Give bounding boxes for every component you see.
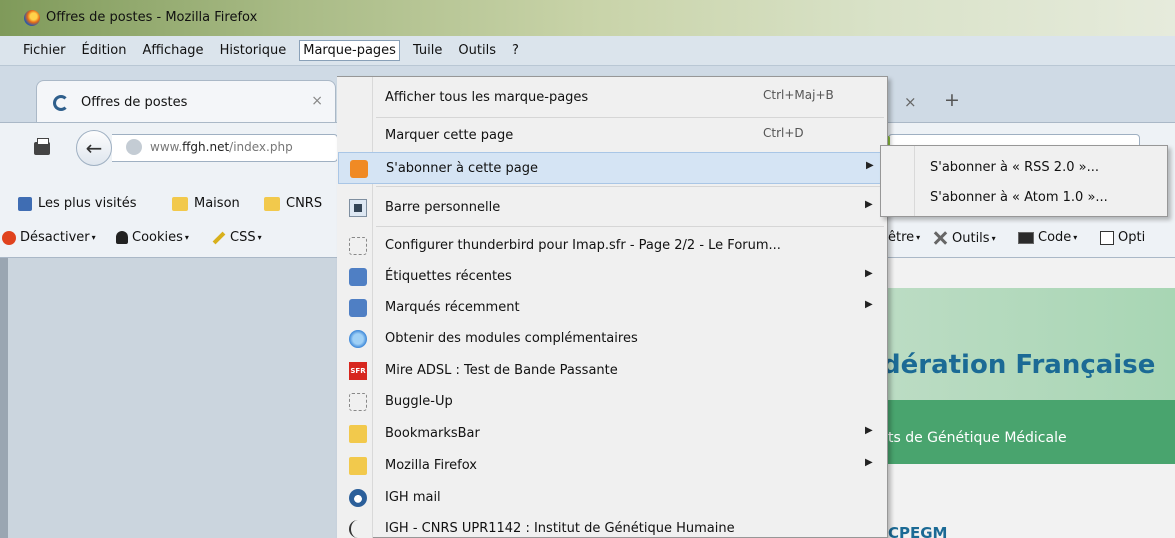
- tab-offres-de-postes[interactable]: Offres de postes ×: [36, 80, 336, 124]
- menu-bookmark-buggle-up[interactable]: Buggle-Up: [338, 386, 887, 418]
- menu-subscribe-page[interactable]: S'abonner à cette page ▶: [338, 152, 887, 184]
- recent-icon: [349, 299, 367, 317]
- most-visited-icon: [18, 196, 32, 211]
- menu-recent-tags[interactable]: Étiquettes récentes ▶: [338, 261, 887, 293]
- page-subtitle: ts de Génétique Médicale: [888, 430, 1067, 446]
- webdev-outils[interactable]: Outils ▾: [932, 230, 996, 246]
- subscribe-submenu: [880, 145, 1168, 217]
- bookmark-cnrs[interactable]: CNRS: [264, 196, 322, 211]
- page-icon: [349, 393, 367, 411]
- submenu-arrow-icon: ▶: [865, 457, 873, 468]
- firefox-logo-icon: [24, 10, 40, 26]
- webdev-window[interactable]: être ▾: [888, 230, 920, 245]
- menu-bookmark-thunderbird[interactable]: Configurer thunderbird pour Imap.sfr - P…: [338, 230, 887, 262]
- options-icon: [1100, 230, 1114, 245]
- submenu-arrow-icon: ▶: [865, 268, 873, 279]
- menu-historique[interactable]: Historique: [217, 41, 290, 60]
- css-icon: [212, 231, 226, 244]
- tools-icon: [932, 230, 948, 246]
- dna-icon: [349, 520, 367, 538]
- shortcut-label: Ctrl+D: [763, 126, 804, 140]
- code-icon: [1018, 231, 1034, 244]
- submenu-arrow-icon: ▶: [865, 299, 873, 310]
- webdev-cookies[interactable]: Cookies ▾: [116, 230, 189, 245]
- submenu-arrow-icon: ▶: [865, 425, 873, 436]
- menu-personal-toolbar[interactable]: Barre personnelle ▶: [338, 192, 887, 224]
- menu-recently-bookmarked[interactable]: Marqués récemment ▶: [338, 292, 887, 324]
- menu-show-all-bookmarks[interactable]: Afficher tous les marque-pages Ctrl+Maj+…: [338, 82, 887, 114]
- arrow-left-icon: ←: [85, 136, 103, 160]
- menu-folder-bookmarksbar[interactable]: BookmarksBar ▶: [338, 418, 887, 450]
- globe-icon: [126, 139, 142, 155]
- site-favicon-icon: [53, 95, 69, 111]
- bookmark-most-visited[interactable]: Les plus visités: [18, 196, 136, 211]
- menu-separator: [376, 186, 884, 187]
- tab-close-icon[interactable]: ×: [311, 93, 323, 109]
- submenu-rss-2[interactable]: S'abonner à « RSS 2.0 »...: [930, 160, 1099, 175]
- print-icon[interactable]: [34, 138, 50, 155]
- page-gutter: [0, 258, 8, 538]
- webdev-code[interactable]: Code ▾: [1018, 230, 1077, 245]
- menu-bookmark-this-page[interactable]: Marquer cette page Ctrl+D: [338, 120, 887, 152]
- page-icon: [349, 237, 367, 255]
- cookies-icon: [116, 231, 128, 244]
- page-heading-cpegm: CPEGM: [888, 524, 948, 538]
- page-header-banner: [880, 288, 1175, 400]
- menu-edition[interactable]: Édition: [79, 41, 130, 60]
- bookmark-maison[interactable]: Maison: [172, 196, 240, 211]
- window-title: Offres de postes - Mozilla Firefox: [46, 10, 258, 25]
- url-text: www.ffgh.net/index.php: [150, 140, 293, 154]
- menu-bar: Fichier Édition Affichage Historique Mar…: [0, 36, 1175, 66]
- submenu-atom-1[interactable]: S'abonner à « Atom 1.0 »...: [930, 190, 1108, 205]
- folder-icon: [264, 196, 280, 211]
- page-title: dération Française: [882, 350, 1156, 380]
- new-tab-icon[interactable]: +: [944, 89, 960, 111]
- tab-label: Offres de postes: [81, 95, 188, 110]
- sfr-icon: SFR: [349, 362, 367, 380]
- submenu-arrow-icon: ▶: [866, 160, 874, 171]
- shortcut-label: Ctrl+Maj+B: [763, 88, 834, 102]
- submenu-arrow-icon: ▶: [865, 199, 873, 210]
- tab-close-icon[interactable]: ×: [904, 93, 917, 111]
- menu-separator: [376, 226, 884, 227]
- menu-bookmark-igh-cnrs[interactable]: IGH - CNRS UPR1142 : Institut de Génétiq…: [338, 513, 887, 538]
- submenu-icon-gutter: [881, 146, 915, 216]
- folder-icon: [349, 457, 367, 475]
- tags-icon: [349, 268, 367, 286]
- menu-bookmark-igh-mail[interactable]: IGH mail: [338, 482, 887, 514]
- menu-tuile[interactable]: Tuile: [410, 41, 445, 60]
- back-button[interactable]: ←: [76, 130, 112, 166]
- disable-icon: [2, 230, 16, 245]
- menu-marque-pages[interactable]: Marque-pages: [299, 40, 400, 61]
- menu-folder-mozilla-firefox[interactable]: Mozilla Firefox ▶: [338, 450, 887, 482]
- mail-icon: [349, 489, 367, 507]
- menu-help[interactable]: ?: [509, 41, 522, 60]
- window-titlebar: Offres de postes - Mozilla Firefox: [0, 0, 1175, 36]
- toolbar-icon: [349, 199, 367, 217]
- folder-icon: [172, 196, 188, 211]
- addons-icon: [349, 330, 367, 348]
- rss-icon: [350, 160, 368, 178]
- menu-separator: [376, 117, 884, 118]
- webdev-disable[interactable]: Désactiver ▾: [2, 230, 96, 245]
- menu-bookmark-mire-adsl[interactable]: SFR Mire ADSL : Test de Bande Passante: [338, 355, 887, 387]
- webdev-options[interactable]: Opti: [1100, 230, 1145, 245]
- folder-icon: [349, 425, 367, 443]
- menu-affichage[interactable]: Affichage: [139, 41, 206, 60]
- menu-outils[interactable]: Outils: [455, 41, 499, 60]
- webdev-css[interactable]: CSS ▾: [212, 230, 262, 245]
- menu-get-addons[interactable]: Obtenir des modules complémentaires: [338, 323, 887, 355]
- menu-fichier[interactable]: Fichier: [20, 41, 69, 60]
